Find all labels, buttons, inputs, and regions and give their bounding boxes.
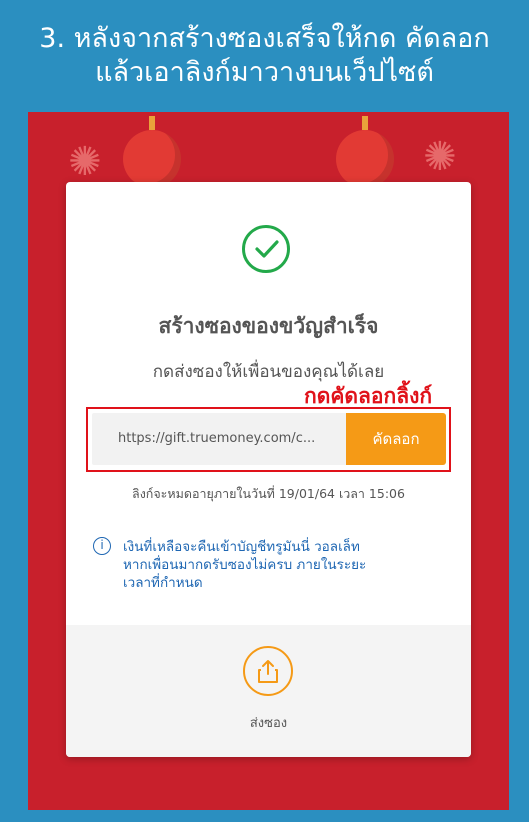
lantern-decoration (123, 116, 181, 188)
refund-info-text: เงินที่เหลือจะคืนเข้าบัญชีทรูมันนี่ วอลเ… (123, 538, 423, 592)
info-line-2: หากเพื่อนมากดรับซองไม่ครบ ภายในระยะ (123, 557, 367, 573)
share-icon[interactable] (243, 646, 293, 696)
instruction-line-1: 3. หลังจากสร้างซองเสร็จให้กด คัดลอก (39, 23, 490, 54)
share-section: ส่งซอง (66, 625, 471, 757)
success-title: สร้างซองของขวัญสำเร็จ (158, 314, 379, 338)
info-icon: i (93, 537, 111, 555)
expiry-text: ลิงก์จะหมดอายุภายในวันที่ 19/01/64 เวลา … (132, 486, 405, 501)
info-line-1: เงินที่เหลือจะคืนเข้าบัญชีทรูมันนี่ วอลเ… (123, 539, 360, 555)
gift-success-card: สร้างซองของขวัญสำเร็จ กดส่งซองให้เพื่อนข… (66, 182, 471, 757)
info-line-3: เวลาที่กำหนด (123, 575, 203, 591)
phone-screen: ✺ ✺ สร้างซองของขวัญสำเร็จ กดส่งซองให้เพื… (28, 112, 509, 810)
check-circle-icon (242, 225, 290, 273)
lantern-decoration (336, 116, 394, 188)
instruction-line-2: แล้วเอาลิงก์มาวางบนเว็ปไซต์ (95, 57, 434, 88)
copy-button[interactable]: คัดลอก (346, 413, 446, 465)
instruction-heading: 3. หลังจากสร้างซองเสร็จให้กด คัดลอก แล้ว… (0, 22, 529, 90)
share-label[interactable]: ส่งซอง (66, 712, 471, 733)
gift-link-field[interactable]: https://gift.truemoney.com/c... (92, 413, 347, 465)
firework-decoration: ✺ (68, 139, 102, 185)
firework-decoration: ✺ (423, 134, 457, 180)
